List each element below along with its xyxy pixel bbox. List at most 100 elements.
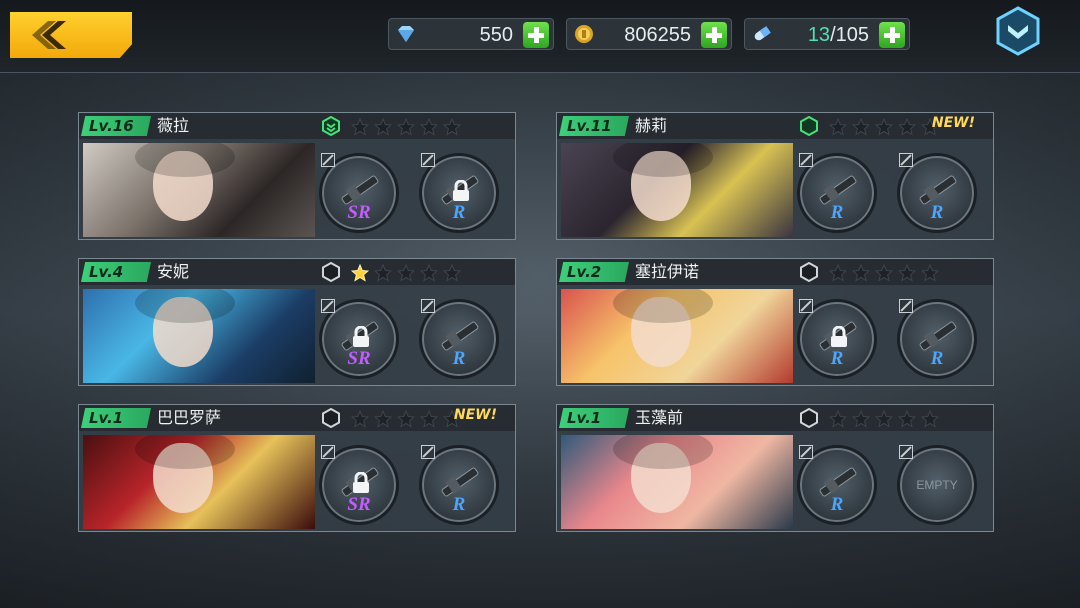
character-name: 薇拉 <box>157 116 190 135</box>
lock-icon <box>831 326 847 347</box>
stamina-current: 13 <box>807 24 831 46</box>
character-card[interactable]: Lv.2 塞拉伊诺 R R <box>556 258 994 386</box>
new-tag: NEW! <box>453 407 497 423</box>
rarity-grade: R <box>830 348 844 369</box>
character-card[interactable]: Lv.1 玉藻前 R EMPTY <box>556 404 994 532</box>
edit-icon[interactable] <box>421 299 435 313</box>
level-badge: Lv.1 <box>559 408 629 428</box>
portrait-hair <box>135 289 235 323</box>
star-icon <box>374 410 392 428</box>
character-portrait <box>561 143 793 237</box>
rank-hexagon-icon <box>322 116 340 136</box>
edit-icon[interactable] <box>321 153 335 167</box>
star-icon <box>829 118 847 136</box>
stamina-capsule-icon <box>754 26 771 41</box>
portrait-hair <box>613 435 713 469</box>
edit-icon[interactable] <box>321 445 335 459</box>
empty-label: EMPTY <box>916 478 958 492</box>
star-icon <box>898 410 916 428</box>
rarity-grade: SR <box>347 494 371 515</box>
star-rating <box>829 118 939 136</box>
add-diamond-button[interactable] <box>523 22 549 48</box>
menu-chevron-icon[interactable] <box>995 6 1041 56</box>
edit-icon[interactable] <box>899 299 913 313</box>
gold-value: 806255 <box>624 24 691 46</box>
rank-hexagon-icon <box>800 116 818 136</box>
star-icon <box>397 410 415 428</box>
back-button[interactable] <box>10 12 132 58</box>
star-icon <box>351 264 369 282</box>
edit-icon[interactable] <box>799 445 813 459</box>
star-icon <box>852 264 870 282</box>
edit-icon[interactable] <box>899 445 913 459</box>
rank-hexagon-icon <box>322 262 340 282</box>
star-icon <box>351 410 369 428</box>
portrait-hair <box>613 289 713 323</box>
rarity-grade: SR <box>347 202 371 223</box>
edit-icon[interactable] <box>799 153 813 167</box>
stamina-max: /105 <box>830 24 869 46</box>
level-badge: Lv.11 <box>559 116 629 136</box>
stamina-value: 13/105 <box>808 24 869 47</box>
rank-hexagon-icon <box>800 408 818 428</box>
edit-icon[interactable] <box>421 445 435 459</box>
star-icon <box>921 264 939 282</box>
star-icon <box>921 410 939 428</box>
portrait-hair <box>135 435 235 469</box>
star-rating <box>351 410 461 428</box>
stamina-counter: 13/105 <box>744 18 910 50</box>
rank-hexagon-icon <box>800 262 818 282</box>
character-portrait <box>561 289 793 383</box>
character-portrait <box>83 435 315 529</box>
edit-icon[interactable] <box>321 299 335 313</box>
character-name: 巴巴罗萨 <box>157 408 222 427</box>
star-icon <box>397 264 415 282</box>
character-name: 安妮 <box>157 262 190 281</box>
star-icon <box>875 118 893 136</box>
edit-icon[interactable] <box>799 299 813 313</box>
character-card[interactable]: Lv.16 薇拉 SR R <box>78 112 516 240</box>
star-icon <box>443 118 461 136</box>
star-icon <box>374 118 392 136</box>
star-icon <box>420 118 438 136</box>
level-badge: Lv.16 <box>81 116 151 136</box>
edit-icon[interactable] <box>421 153 435 167</box>
star-icon <box>420 410 438 428</box>
rarity-grade: R <box>930 202 944 223</box>
diamond-value: 550 <box>479 24 513 46</box>
character-name: 赫莉 <box>635 116 668 135</box>
character-card[interactable]: Lv.4 安妮 SR R <box>78 258 516 386</box>
character-name: 塞拉伊诺 <box>635 262 700 281</box>
chevron-left-icon <box>32 21 66 49</box>
lock-icon <box>453 180 469 201</box>
star-icon <box>351 118 369 136</box>
star-icon <box>898 264 916 282</box>
star-icon <box>898 118 916 136</box>
star-icon <box>420 264 438 282</box>
star-icon <box>852 118 870 136</box>
add-stamina-button[interactable] <box>879 22 905 48</box>
portrait-hair <box>135 143 235 177</box>
star-icon <box>397 118 415 136</box>
level-badge: Lv.1 <box>81 408 151 428</box>
star-rating <box>829 264 939 282</box>
character-name: 玉藻前 <box>635 408 684 427</box>
level-badge: Lv.2 <box>559 262 629 282</box>
star-icon <box>829 410 847 428</box>
top-bar: 550 806255 13/105 <box>0 0 1080 73</box>
character-card[interactable]: Lv.11 赫莉 NEW! R R <box>556 112 994 240</box>
add-gold-button[interactable] <box>701 22 727 48</box>
edit-icon[interactable] <box>899 153 913 167</box>
lock-icon <box>353 472 369 493</box>
portrait-hair <box>613 143 713 177</box>
rarity-grade: R <box>452 494 466 515</box>
rarity-grade: R <box>452 348 466 369</box>
character-card[interactable]: Lv.1 巴巴罗萨 NEW! SR R <box>78 404 516 532</box>
character-portrait <box>83 289 315 383</box>
star-icon <box>829 264 847 282</box>
gold-counter: 806255 <box>566 18 732 50</box>
gold-coin-icon <box>575 25 593 43</box>
rarity-grade: SR <box>347 348 371 369</box>
level-badge: Lv.4 <box>81 262 151 282</box>
rarity-grade: R <box>930 348 944 369</box>
